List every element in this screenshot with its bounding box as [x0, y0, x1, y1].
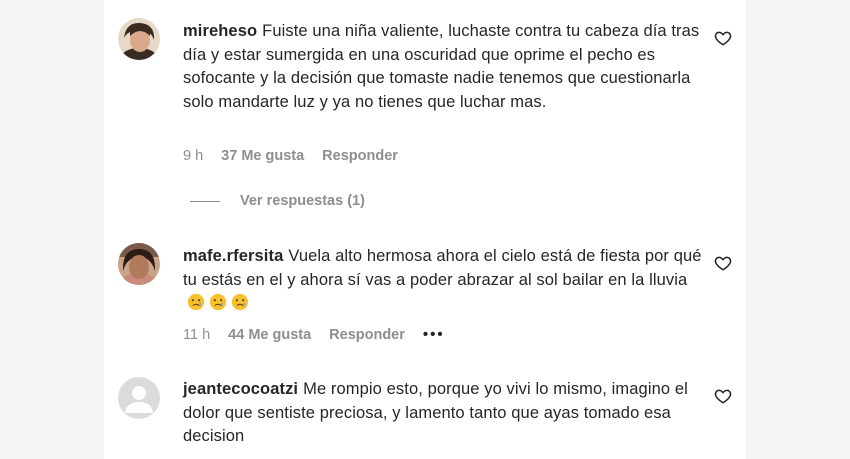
- heart-outline-icon[interactable]: [714, 254, 732, 272]
- crying-face-emoji: [231, 293, 249, 311]
- heart-outline-icon[interactable]: [714, 29, 732, 47]
- comment-text-block: mafe.rfersita Vuela alto hermosa ahora el…: [183, 245, 703, 316]
- comment-username[interactable]: mafe.rfersita: [183, 247, 283, 265]
- likes-count[interactable]: 44 Me gusta: [228, 327, 311, 343]
- comment-time: 9 h: [183, 148, 204, 164]
- replies-divider: [190, 200, 220, 202]
- comment-meta: 11 h 44 Me gusta Responder •••: [183, 326, 463, 343]
- likes-count[interactable]: 37 Me gusta: [221, 148, 304, 164]
- crying-face-emoji: [209, 293, 227, 311]
- comment-meta: 9 h 37 Me gusta Responder: [183, 148, 416, 164]
- comment-body: Fuiste una niña valiente, luchaste contr…: [183, 22, 700, 111]
- comment-text-block: mireheso Fuiste una niña valiente, luchas…: [183, 20, 703, 114]
- more-options-icon[interactable]: •••: [423, 326, 445, 343]
- comment-username[interactable]: jeantecocoatzi: [183, 380, 298, 398]
- view-replies-button[interactable]: Ver respuestas (1): [190, 193, 365, 209]
- comments-panel: mireheso Fuiste una niña valiente, luchas…: [104, 0, 746, 459]
- avatar[interactable]: [118, 243, 160, 285]
- comment-username[interactable]: mireheso: [183, 22, 257, 40]
- reply-button[interactable]: Responder: [329, 327, 405, 343]
- heart-outline-icon[interactable]: [714, 387, 732, 405]
- crying-face-emoji: [187, 293, 205, 311]
- comment-text-block: jeantecocoatzi Me rompio esto, porque yo …: [183, 378, 703, 449]
- avatar[interactable]: [118, 377, 160, 419]
- view-replies-label: Ver respuestas (1): [240, 193, 365, 209]
- emoji-group: [187, 293, 253, 312]
- reply-button[interactable]: Responder: [322, 148, 398, 164]
- avatar[interactable]: [118, 18, 160, 60]
- comment-time: 11 h: [183, 326, 211, 343]
